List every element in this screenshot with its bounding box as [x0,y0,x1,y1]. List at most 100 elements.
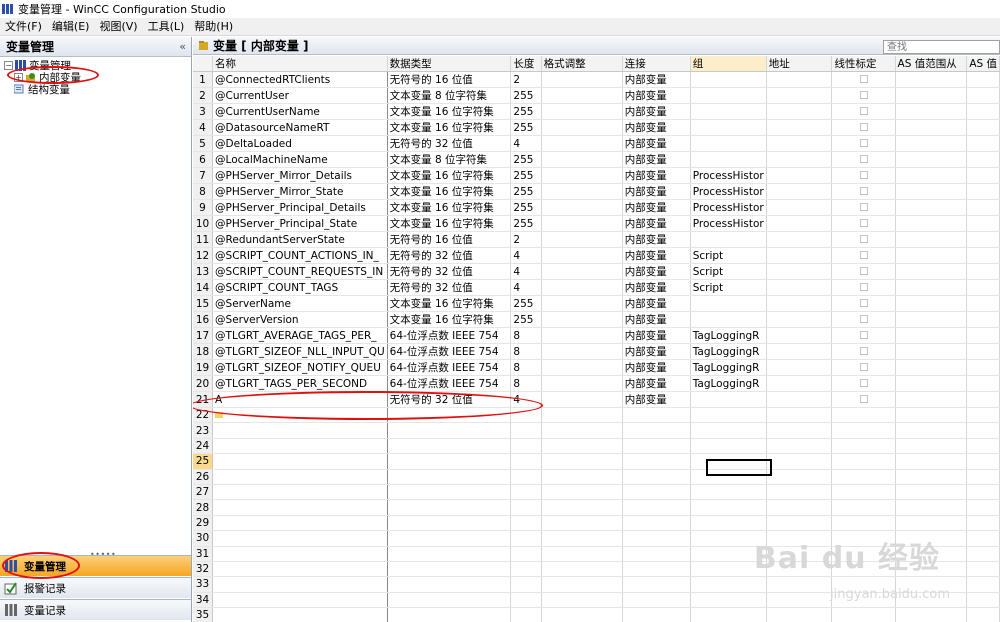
cell-linear-scaling[interactable] [831,231,896,248]
cell-format[interactable] [541,343,623,360]
cell-empty[interactable] [212,607,388,622]
cell-empty[interactable] [690,422,767,439]
cell-empty[interactable] [541,484,623,501]
cell-connection[interactable]: 内部变量 [622,279,691,296]
cell-as-range-from[interactable] [895,167,968,184]
cell-empty[interactable] [541,607,623,622]
cell-format[interactable] [541,87,623,104]
cell-linear-scaling[interactable] [831,375,896,392]
cell-empty[interactable] [622,576,691,593]
cell-empty[interactable] [895,484,968,501]
linear-scaling-checkbox[interactable] [859,154,868,163]
cell-format[interactable] [541,359,623,376]
linear-scaling-checkbox[interactable] [859,202,868,211]
linear-scaling-checkbox[interactable] [859,106,868,115]
cell-as-value[interactable] [966,199,1000,216]
cell-as-range-from[interactable] [895,103,968,120]
cell-format[interactable] [541,263,623,280]
menu-help[interactable]: 帮助(H) [189,18,238,36]
cell-name[interactable]: @SCRIPT_COUNT_REQUESTS_IN [212,263,388,280]
cell-length[interactable]: 8 [510,343,542,360]
cell-group[interactable] [690,103,767,120]
cell-group[interactable]: TagLoggingR [690,359,767,376]
cell-as-range-from[interactable] [895,263,968,280]
linear-scaling-checkbox[interactable] [859,314,868,323]
cell-length[interactable]: 255 [510,311,542,328]
cell-datatype[interactable]: 无符号的 16 位值 [387,231,512,248]
cell-empty[interactable] [212,592,388,609]
column-header-group[interactable]: 组 [690,56,767,72]
cell-linear-scaling[interactable] [831,359,896,376]
cell-group[interactable] [690,295,767,312]
cell-empty[interactable] [212,469,388,485]
cell-length[interactable]: 255 [510,183,542,200]
cell-empty[interactable] [212,515,388,532]
linear-scaling-checkbox[interactable] [859,394,868,403]
cell-datatype[interactable]: 文本变量 16 位字符集 [387,311,512,328]
cell-group[interactable]: ProcessHistor [690,183,767,200]
cell-empty[interactable] [212,484,388,501]
cell-as-range-from[interactable] [895,231,968,248]
cell-empty[interactable] [510,438,542,455]
cell-as-range-from[interactable] [895,295,968,312]
cell-empty[interactable] [212,546,388,562]
cell-group[interactable]: Script [690,247,767,264]
cell-length[interactable]: 255 [510,103,542,120]
cell-empty[interactable] [622,438,691,455]
cell-datatype[interactable]: 64-位浮点数 IEEE 754 [387,375,512,392]
column-header-datatype[interactable]: 数据类型 [387,56,512,72]
column-header-format[interactable]: 格式调整 [541,56,623,72]
cell-empty[interactable] [622,546,691,562]
cell-as-value[interactable] [966,71,1000,88]
cell-length[interactable]: 4 [510,135,542,152]
cell-name[interactable]: @LocalMachineName [212,151,388,168]
table-row-empty[interactable]: 26 [193,469,1000,485]
cell-as-value[interactable] [966,231,1000,248]
cell-as-range-from[interactable] [895,119,968,136]
cell-empty[interactable] [212,561,388,578]
cell-length[interactable]: 255 [510,295,542,312]
cell-empty[interactable] [541,592,623,609]
cell-empty[interactable] [766,422,833,439]
linear-scaling-checkbox[interactable] [859,298,868,307]
cell-as-range-from[interactable] [895,151,968,168]
cell-format[interactable] [541,103,623,120]
table-row[interactable]: 14 @SCRIPT_COUNT_TAGS 无符号的 32 位值 4 内部变量 Scrip… [193,279,1000,296]
cell-empty[interactable] [510,515,542,532]
cell-connection[interactable]: 内部变量 [622,311,691,328]
cell-empty[interactable] [622,499,691,516]
cell-linear-scaling[interactable] [831,327,896,344]
table-row-empty[interactable]: 29 [193,515,1000,532]
cell-as-value[interactable] [966,167,1000,184]
cell-connection[interactable]: 内部变量 [622,167,691,184]
table-row[interactable]: 20 @TLGRT_TAGS_PER_SECOND 64-位浮点数 IEEE 754… [193,375,1000,392]
cell-length[interactable]: 2 [510,71,542,88]
cell-address[interactable] [766,327,833,344]
cell-empty[interactable] [766,576,833,593]
collapse-panel-button[interactable]: « [179,40,186,53]
table-row[interactable]: 7 @PHServer_Mirror_Details 文本变量 16 位字符集 255… [193,167,1000,184]
cell-as-value[interactable] [966,359,1000,376]
cell-as-range-from[interactable] [895,215,968,232]
cell-address[interactable] [766,263,833,280]
table-row[interactable]: 15 @ServerName 文本变量 16 位字符集 255 内部变量 [193,295,1000,312]
linear-scaling-checkbox[interactable] [859,250,868,259]
cell-length[interactable]: 255 [510,87,542,104]
cell-as-range-from[interactable] [895,135,968,152]
table-row[interactable]: 17 @TLGRT_AVERAGE_TAGS_PER_ 64-位浮点数 IEEE 7… [193,327,1000,344]
cell-name[interactable]: @ServerName [212,295,388,312]
cell-empty[interactable] [510,422,542,439]
cell-as-value[interactable] [966,263,1000,280]
column-header-as-range-from[interactable]: AS 值范围从 [895,56,968,72]
linear-scaling-checkbox[interactable] [859,266,868,275]
table-row-empty[interactable]: 35 [193,607,1000,622]
cell-linear-scaling[interactable] [831,295,896,312]
cell-datatype[interactable]: 无符号的 32 位值 [387,135,512,152]
cell-group[interactable]: TagLoggingR [690,327,767,344]
cell-empty[interactable] [690,515,767,532]
cell-empty[interactable] [387,592,512,609]
menu-file[interactable]: 文件(F) [0,18,47,36]
column-header-address[interactable]: 地址 [766,56,833,72]
cell-address[interactable] [766,71,833,88]
cell-empty[interactable] [831,407,896,424]
